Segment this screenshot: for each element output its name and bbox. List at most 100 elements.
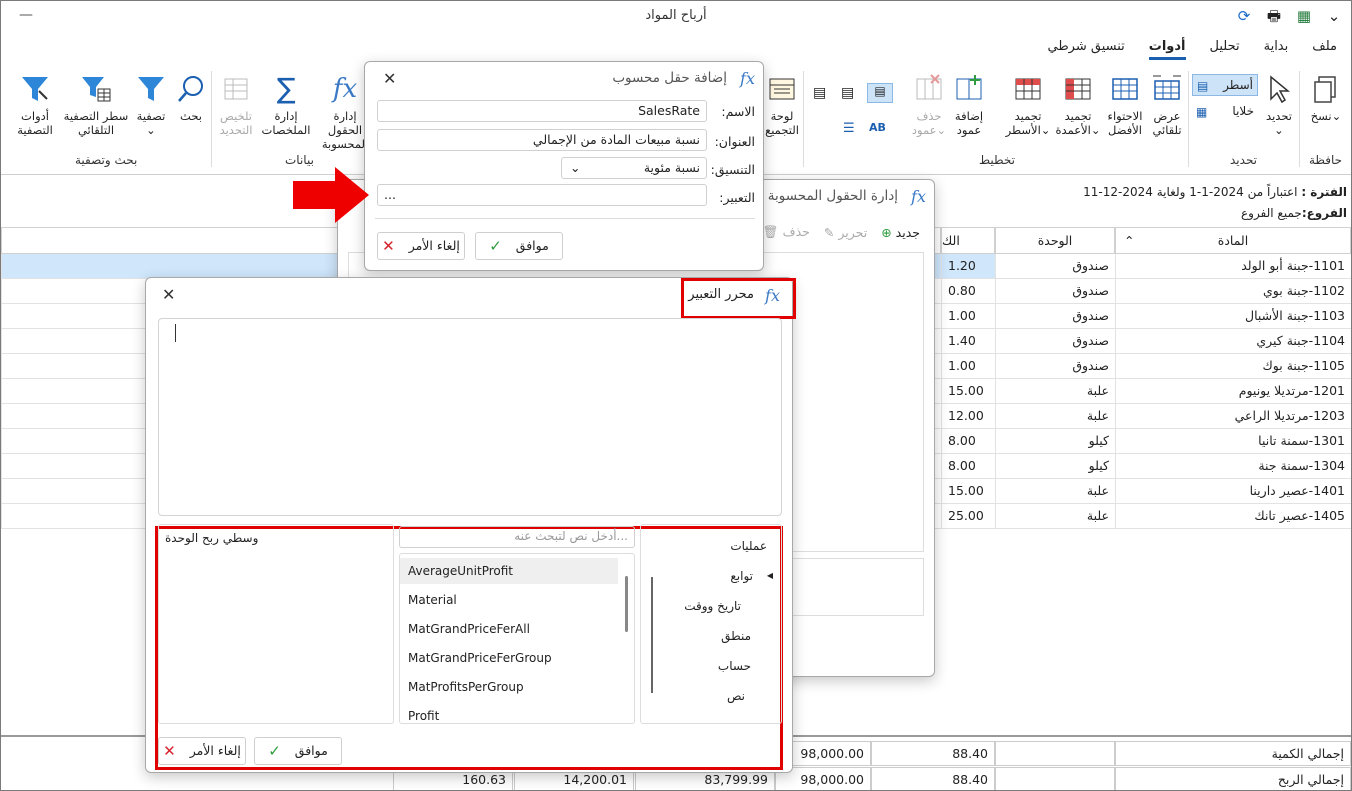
categories-list[interactable]: عمليات توابع تاريخ ووقت منطق حساب نص ◀ (640, 524, 782, 724)
unit-cell[interactable]: كيلو (995, 454, 1115, 479)
close-icon[interactable]: ✕ (383, 71, 396, 87)
material-cell[interactable]: 1301-سمنة تانيا (1115, 429, 1351, 454)
freeze-rows-button[interactable]: تجميد الأسطر⌄ (1005, 73, 1051, 137)
add-column-button[interactable]: إضافة عمود (951, 73, 987, 137)
field-item[interactable]: MatGrandPriceFerAll (400, 616, 618, 642)
unit-cell[interactable]: صندوق (995, 329, 1115, 354)
material-cell[interactable]: 1201-مرتديلا يونيوم (1115, 379, 1351, 404)
numbered-list-icon[interactable]: ☰ (843, 121, 855, 136)
category-item[interactable]: نص (727, 689, 745, 703)
footer-cell: 88.40 (871, 741, 995, 766)
menu-analysis[interactable]: تحليل (1210, 39, 1240, 60)
material-cell[interactable]: 1103-جبنة الأشبال (1115, 304, 1351, 329)
align-right-icon[interactable]: ▤ (867, 83, 893, 103)
autofit-button[interactable]: عرض تلقائي (1147, 73, 1187, 137)
qty-cell[interactable]: 1.40 (941, 329, 995, 354)
search-input[interactable]: أدخل نص لتبحث عنه... (399, 526, 635, 548)
category-item[interactable]: حساب (718, 659, 751, 673)
menu-home[interactable]: بداية (1264, 39, 1289, 60)
fields-scrollbar[interactable] (625, 576, 628, 632)
header-unit[interactable]: الوحدة (995, 227, 1115, 254)
filter-button[interactable]: تصفية ⌄ (133, 73, 169, 137)
unit-cell[interactable]: صندوق (995, 304, 1115, 329)
field-item[interactable]: MatGrandPriceFerGroup (400, 645, 618, 671)
edit-button: ✎ تحرير (823, 224, 868, 240)
ok-button[interactable]: ✓ موافق (254, 737, 342, 765)
qty-cell[interactable]: 1.20 (941, 254, 995, 279)
unit-cell[interactable]: صندوق (995, 254, 1115, 279)
field-item[interactable]: Material (400, 587, 618, 613)
unit-cell[interactable]: كيلو (995, 429, 1115, 454)
add-field-title: إضافة حقل محسوب (612, 70, 727, 86)
field-item[interactable]: Profit (400, 703, 618, 723)
qty-cell[interactable]: 25.00 (941, 504, 995, 529)
auto-filter-row-button[interactable]: سطر التصفية التلقائي (61, 73, 131, 137)
material-cell[interactable]: 1401-عصير دارينا (1115, 479, 1351, 504)
material-cell[interactable]: 1101-جبنة أبو الولد (1115, 254, 1351, 279)
format-select[interactable]: نسبة مئوية ⌄ (561, 157, 707, 179)
excel-export-icon[interactable]: ▦ (1295, 7, 1313, 25)
cancel-button[interactable]: ✕ إلغاء الأمر (377, 232, 465, 260)
material-cell[interactable]: 1405-عصير تانك (1115, 504, 1351, 529)
chevron-down-icon[interactable]: ⌄ (1325, 7, 1343, 25)
category-item[interactable]: عمليات (730, 539, 767, 553)
categories-scrollbar[interactable] (651, 577, 653, 693)
category-item[interactable]: منطق (721, 629, 751, 643)
material-cell[interactable]: 1203-مرتديلا الراعي (1115, 404, 1351, 429)
align-center-icon[interactable]: ▤ (841, 85, 854, 101)
menu-tools[interactable]: أدوات (1148, 39, 1186, 60)
filter-tools-button[interactable]: أدوات التصفية (11, 73, 59, 137)
unit-cell[interactable]: علبة (995, 379, 1115, 404)
refresh-icon[interactable]: ⟳ (1235, 7, 1253, 25)
unit-cell[interactable]: صندوق (995, 354, 1115, 379)
qty-cell[interactable]: 0.80 (941, 279, 995, 304)
expression-textarea[interactable] (158, 318, 782, 516)
cross-icon: ✕ (382, 237, 395, 255)
material-cell[interactable]: 1102-جبنة بوي (1115, 279, 1351, 304)
freeze-columns-button[interactable]: تجميد الأعمدة⌄ (1055, 73, 1101, 137)
filter-tools-icon (22, 77, 48, 101)
caption-field[interactable]: نسبة مبيعات المادة من الإجمالي (377, 129, 707, 151)
menu-file[interactable]: ملف (1312, 39, 1337, 60)
menu-conditional-format[interactable]: تنسيق شرطي (1047, 39, 1124, 60)
unit-cell[interactable]: علبة (995, 479, 1115, 504)
unit-cell[interactable]: علبة (995, 404, 1115, 429)
qty-cell[interactable]: 1.00 (941, 304, 995, 329)
best-fit-button[interactable]: الاحتواء الأفضل (1104, 73, 1146, 137)
unit-cell[interactable]: علبة (995, 504, 1115, 529)
rows-select-button[interactable]: ▤ أسطر (1192, 74, 1258, 96)
close-icon[interactable]: ✕ (162, 287, 175, 303)
manage-summaries-button[interactable]: ∑ إدارة الملخصات (259, 73, 313, 138)
copy-button[interactable]: نسخ⌄ (1306, 73, 1346, 123)
qty-cell[interactable]: 15.00 (941, 479, 995, 504)
cancel-button[interactable]: ✕ إلغاء الأمر (158, 737, 246, 765)
qty-cell[interactable]: 1.00 (941, 354, 995, 379)
field-item[interactable]: MatProfitsPerGroup (400, 674, 618, 700)
select-button[interactable]: تحديد ⌄ (1261, 73, 1297, 137)
menu-bar: ملف بداية تحليل أدوات تنسيق شرطي (1047, 39, 1337, 60)
new-button[interactable]: ⊕ جديد (881, 225, 920, 240)
name-field[interactable]: SalesRate (377, 100, 707, 122)
material-cell[interactable]: 1304-سمنة جنة (1115, 454, 1351, 479)
material-cell[interactable]: 1105-جبنة بوك (1115, 354, 1351, 379)
ok-button[interactable]: ✓ موافق (475, 232, 563, 260)
cells-select-button[interactable]: ▦ خلايا (1192, 101, 1258, 123)
category-item[interactable]: تاريخ ووقت (684, 599, 741, 613)
group-panel-button[interactable]: لوحة التجميع (763, 73, 801, 137)
qty-cell[interactable]: 15.00 (941, 379, 995, 404)
header-qty[interactable]: الك (941, 227, 995, 254)
print-icon[interactable]: 🖶 (1265, 7, 1283, 25)
qty-cell[interactable]: 12.00 (941, 404, 995, 429)
search-button[interactable]: بحث (173, 73, 209, 123)
fields-list[interactable]: AverageUnitProfit Material MatGrandPriceFe… (399, 553, 635, 724)
field-item[interactable]: AverageUnitProfit (400, 558, 618, 584)
expression-field[interactable]: ... (377, 184, 707, 206)
material-cell[interactable]: 1104-جبنة كيري (1115, 329, 1351, 354)
qty-cell[interactable]: 8.00 (941, 429, 995, 454)
category-item[interactable]: توابع (730, 569, 753, 583)
qty-cell[interactable]: 8.00 (941, 454, 995, 479)
unit-cell[interactable]: صندوق (995, 279, 1115, 304)
align-left-icon[interactable]: ▤ (813, 85, 826, 101)
text-direction-icon[interactable]: AB (869, 121, 886, 134)
header-material[interactable]: المادة ⌃ (1115, 227, 1351, 254)
